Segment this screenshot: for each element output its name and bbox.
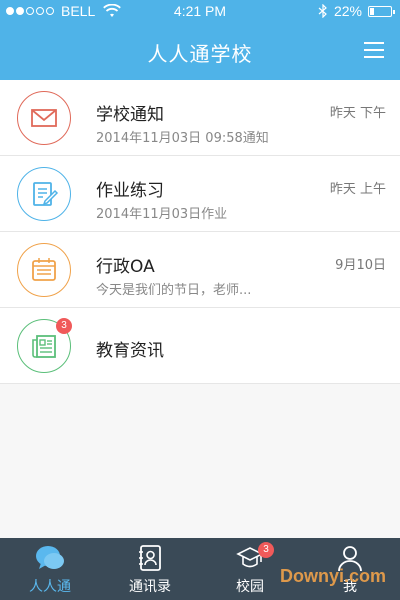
tab-label: 人人通 xyxy=(29,579,71,595)
list-item-education-news[interactable]: 3 教育资讯 xyxy=(0,308,400,384)
tab-label: 通讯录 xyxy=(129,579,171,595)
avatar: 3 xyxy=(17,318,72,373)
homework-icon xyxy=(33,182,59,206)
status-right: 22% xyxy=(318,3,395,19)
tab-contacts[interactable]: 通讯录 xyxy=(100,538,200,600)
calendar-icon xyxy=(32,258,56,281)
list-item-homework[interactable]: 作业练习 2014年11月03日作业 昨天 上午 xyxy=(0,156,400,232)
page-title: 人人通学校 xyxy=(147,42,253,66)
item-time: 昨天 上午 xyxy=(329,182,386,197)
battery-level xyxy=(370,7,375,15)
avatar xyxy=(17,91,71,145)
list-item-admin-oa[interactable]: 行政OA 今天是我们的节日，老师... 9月10日 xyxy=(0,232,400,308)
item-title: 学校通知 xyxy=(96,105,164,125)
status-bar: BELL 4:21 PM 22% xyxy=(0,0,400,24)
item-title: 行政OA xyxy=(96,257,155,277)
menu-icon[interactable] xyxy=(364,42,384,58)
battery-icon xyxy=(368,5,395,17)
chat-bubbles-icon xyxy=(36,546,64,569)
unread-badge: 3 xyxy=(56,318,72,334)
item-title: 作业练习 xyxy=(96,181,164,201)
tab-renrentong[interactable]: 人人通 xyxy=(0,538,100,600)
item-title: 教育资讯 xyxy=(96,341,164,361)
item-subtitle: 2014年11月03日作业 xyxy=(96,207,228,222)
item-time: 昨天 下午 xyxy=(329,106,386,121)
item-subtitle: 今天是我们的节日，老师... xyxy=(96,283,252,298)
message-list: 学校通知 2014年11月03日 09:58通知 昨天 下午 作业练习 2014… xyxy=(0,80,400,384)
envelope-icon xyxy=(31,109,57,127)
contacts-icon xyxy=(139,545,161,571)
item-time: 9月10日 xyxy=(335,258,386,273)
battery-percent: 22% xyxy=(333,3,362,19)
news-icon xyxy=(32,335,56,358)
campus-badge: 3 xyxy=(258,542,274,558)
tab-label: 校园 xyxy=(236,579,264,595)
item-subtitle: 2014年11月03日 09:58通知 xyxy=(96,131,269,146)
watermark-logo: Downyi.com xyxy=(279,566,386,586)
avatar xyxy=(17,167,71,221)
bluetooth-icon xyxy=(318,4,327,18)
header-bar: BELL 4:21 PM 22% 人人通学校 xyxy=(0,0,400,80)
list-item-school-notice[interactable]: 学校通知 2014年11月03日 09:58通知 昨天 下午 xyxy=(0,80,400,156)
avatar xyxy=(17,243,71,297)
